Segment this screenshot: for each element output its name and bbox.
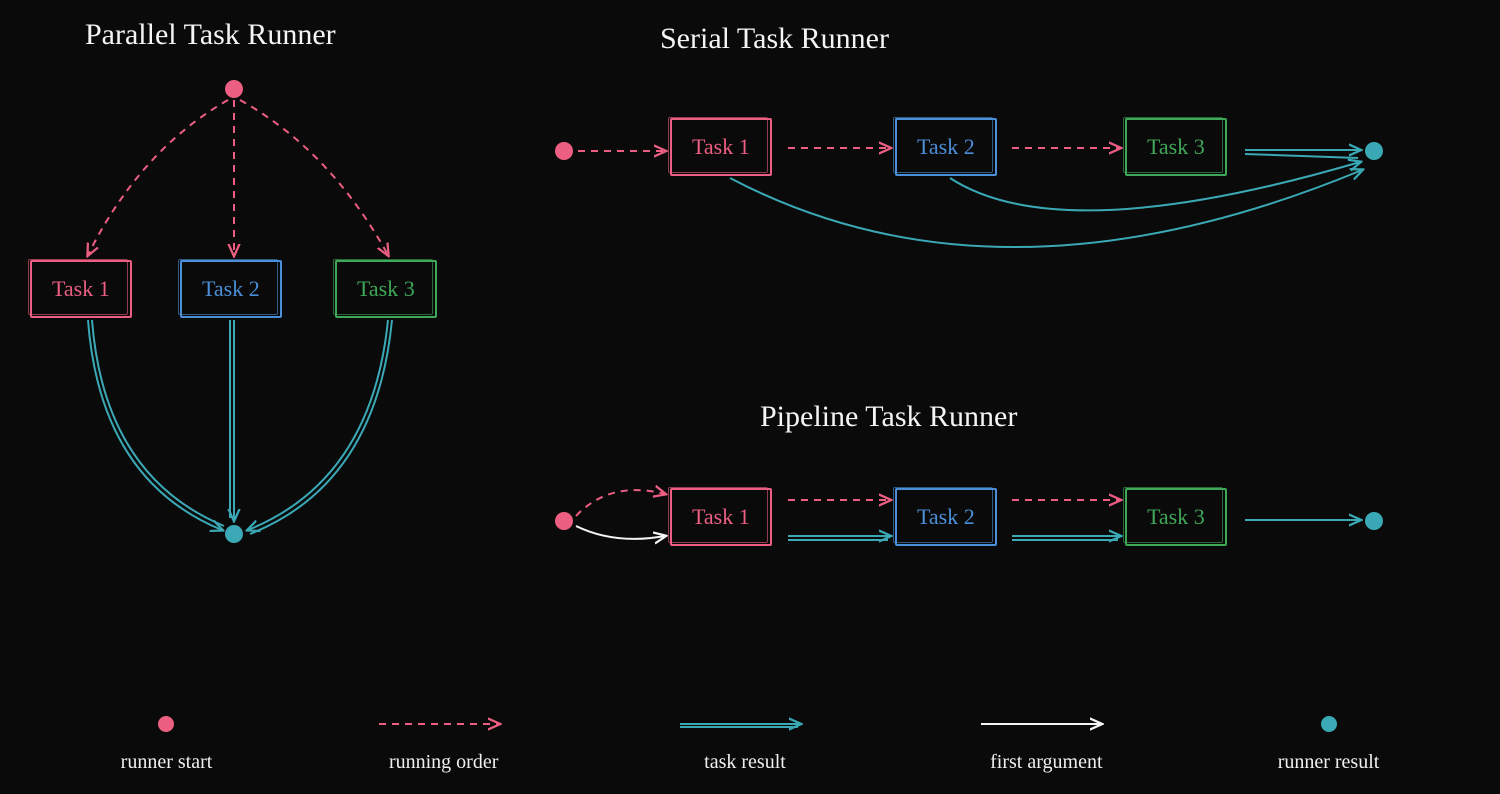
parallel-title: Parallel Task Runner: [85, 18, 336, 52]
legend-task-result: task result: [675, 709, 815, 774]
legend-running-order: running order: [374, 709, 514, 774]
pipeline-result-dot: [1365, 512, 1383, 530]
parallel-result-dot: [225, 525, 243, 543]
serial-task-2: Task 2: [895, 118, 997, 176]
serial-task-3: Task 3: [1125, 118, 1227, 176]
runner-start-icon: [158, 716, 174, 732]
pipeline-task-2: Task 2: [895, 488, 997, 546]
serial-title: Serial Task Runner: [660, 22, 889, 56]
runner-result-icon: [1321, 716, 1337, 732]
pipeline-task-3: Task 3: [1125, 488, 1227, 546]
legend-first-argument: first argument: [976, 709, 1116, 774]
task-result-icon: [675, 714, 815, 734]
legend-runner-start-label: runner start: [121, 751, 213, 774]
pipeline-task-1: Task 1: [670, 488, 772, 546]
serial-start-dot: [555, 142, 573, 160]
legend-runner-result: runner result: [1278, 709, 1380, 774]
parallel-start-dot: [225, 80, 243, 98]
pipeline-start-dot: [555, 512, 573, 530]
legend-runner-result-label: runner result: [1278, 751, 1380, 774]
serial-task-1: Task 1: [670, 118, 772, 176]
parallel-task-1: Task 1: [30, 260, 132, 318]
first-argument-icon: [976, 714, 1116, 734]
parallel-task-3: Task 3: [335, 260, 437, 318]
parallel-task-2: Task 2: [180, 260, 282, 318]
serial-result-dot: [1365, 142, 1383, 160]
running-order-icon: [374, 714, 514, 734]
legend-task-result-label: task result: [704, 751, 786, 774]
legend-first-argument-label: first argument: [990, 751, 1102, 774]
legend: runner start running order task result f…: [0, 709, 1500, 774]
legend-running-order-label: running order: [389, 751, 498, 774]
pipeline-title: Pipeline Task Runner: [760, 400, 1017, 434]
legend-runner-start: runner start: [121, 709, 213, 774]
